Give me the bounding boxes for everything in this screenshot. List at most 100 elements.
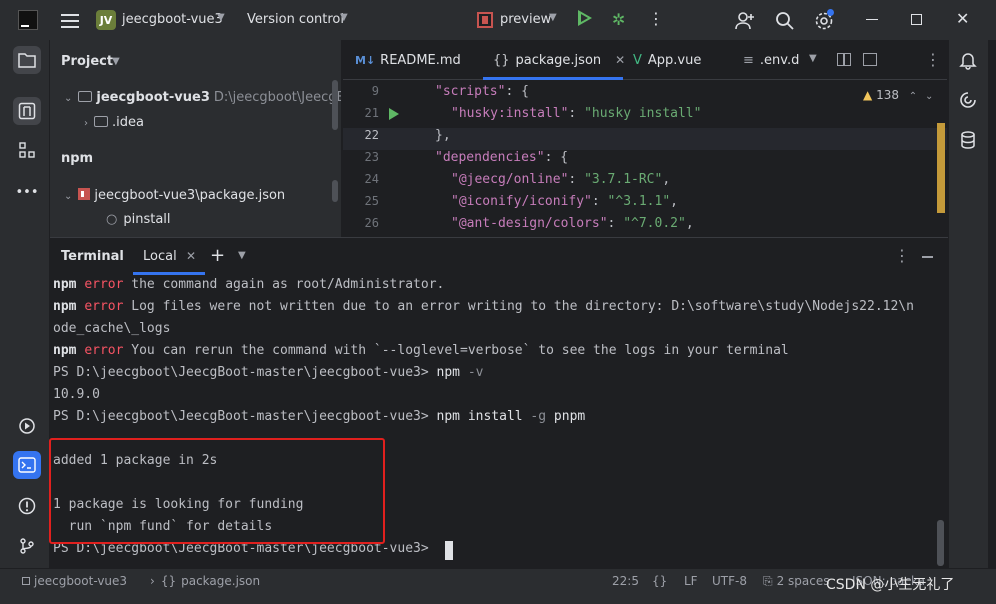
tree-item-idea[interactable]: › .idea <box>84 115 144 130</box>
minimize-icon[interactable] <box>866 19 878 20</box>
git-tool-icon[interactable] <box>13 532 41 560</box>
status-file-format[interactable]: {} <box>652 574 667 588</box>
add-user-icon[interactable] <box>733 9 757 33</box>
left-tool-strip: ••• <box>0 40 50 568</box>
code-line: "@ant-design/colors": "^7.0.2", <box>451 216 694 231</box>
tab-app-vue[interactable]: V App.vue <box>633 40 701 80</box>
services-tool-icon[interactable] <box>13 412 41 440</box>
project-tool-icon[interactable] <box>13 46 41 74</box>
problems-tool-icon[interactable] <box>13 492 41 520</box>
chevron-down-icon[interactable]: ▼ <box>809 53 817 64</box>
run-script-icon[interactable] <box>389 108 399 120</box>
more-actions-icon[interactable]: ⋮ <box>925 50 941 69</box>
chevron-down-icon[interactable]: ⌄ <box>925 91 933 102</box>
json-icon: {} <box>493 52 510 68</box>
more-actions-icon[interactable]: ⋮ <box>894 246 910 265</box>
close-icon[interactable]: ✕ <box>956 9 969 28</box>
terminal-line: npm error You can rerun the command with… <box>53 343 789 358</box>
editor-scrollbar[interactable] <box>937 123 945 213</box>
status-cursor-position[interactable]: 22:5 <box>612 574 639 588</box>
run-config-selector[interactable]: preview <box>500 12 551 27</box>
right-tool-strip <box>948 40 988 568</box>
terminal-panel: Terminal Local ✕ + ▼ ⋮ npm error the com… <box>49 237 948 569</box>
line-number: 25 <box>364 194 379 208</box>
tab-readme[interactable]: M↓ README.md <box>355 40 461 80</box>
preview-icon[interactable] <box>863 53 877 66</box>
notification-dot <box>827 9 834 16</box>
status-line-separator[interactable]: LF <box>684 574 698 588</box>
status-file[interactable]: ›{} package.json <box>150 574 260 588</box>
markdown-icon: M↓ <box>355 53 376 67</box>
ai-assistant-icon[interactable] <box>958 90 978 114</box>
warnings-badge[interactable]: ▲ 138 ⌃ ⌄ <box>863 88 933 102</box>
split-view-icon[interactable] <box>837 53 851 66</box>
database-icon[interactable] <box>958 130 978 154</box>
editor: M↓ README.md {} package.json ✕ V App.vue… <box>343 40 947 237</box>
npm-script-item[interactable]: ○ pinstall <box>106 212 171 227</box>
more-actions-icon[interactable]: ⋮ <box>648 9 664 28</box>
code-area[interactable]: "scripts": { "husky:install": "husky ins… <box>417 80 937 237</box>
app-logo-icon[interactable] <box>18 10 38 30</box>
status-module[interactable]: jeecgboot-vue3 <box>22 574 127 588</box>
vcs-selector[interactable]: Version control <box>247 12 344 27</box>
chevron-down-icon[interactable]: ⌄ <box>64 93 72 104</box>
chevron-down-icon[interactable]: ▼ <box>217 12 225 23</box>
tab-label: .env.d <box>759 52 800 68</box>
chevron-down-icon[interactable]: ▼ <box>549 12 557 23</box>
project-badge[interactable]: JV <box>96 10 116 30</box>
status-encoding[interactable]: UTF-8 <box>712 574 747 588</box>
tree-root-item[interactable]: ⌄ jeecgboot-vue3D:\jeecgboot\JeecgBoo <box>64 90 341 105</box>
npm-package-item[interactable]: ⌄ jeecgboot-vue3\package.json <box>64 188 285 203</box>
status-indent[interactable]: ⎘ 2 spaces <box>763 574 830 589</box>
terminal-line: npm error the command again as root/Admi… <box>53 277 445 292</box>
folder-icon <box>94 116 108 127</box>
add-terminal-icon[interactable]: + <box>210 245 225 266</box>
code-line: "husky:install": "husky install" <box>451 106 702 121</box>
tab-label: package.json <box>515 52 602 68</box>
tab-package-json[interactable]: {} package.json ✕ <box>483 40 625 80</box>
code-line: "scripts": { <box>435 84 529 99</box>
terminal-tool-icon[interactable] <box>13 451 41 479</box>
main-menu-icon[interactable] <box>58 9 82 33</box>
run-icon-inner <box>581 14 588 22</box>
line-number: 9 <box>371 84 379 98</box>
more-tools-icon[interactable]: ••• <box>13 178 41 206</box>
close-icon[interactable]: ✕ <box>186 249 196 263</box>
debug-icon[interactable]: ✲ <box>612 10 625 29</box>
chevron-down-icon[interactable]: ▼ <box>112 56 120 67</box>
structure-tool-icon[interactable] <box>13 136 41 164</box>
chevron-right-icon[interactable]: › <box>84 118 88 129</box>
close-icon[interactable]: ✕ <box>615 53 625 67</box>
terminal-cursor <box>445 541 453 560</box>
terminal-line: PS D:\jeecgboot\JeecgBoot-master\jeecgbo… <box>53 365 484 380</box>
code-line: "@jeecg/online": "3.7.1-RC", <box>451 172 671 187</box>
minimize-icon[interactable] <box>922 256 933 258</box>
chevron-down-icon[interactable]: ▼ <box>238 250 246 261</box>
scrollbar[interactable] <box>332 80 338 130</box>
project-panel-title[interactable]: Project <box>61 54 113 69</box>
line-gutter: 9 21 22 23 24 25 26 <box>343 80 413 237</box>
chevron-down-icon[interactable]: ⌄ <box>64 191 72 202</box>
chevron-up-icon[interactable]: ⌃ <box>909 91 917 102</box>
npm-panel-title: npm <box>61 151 94 166</box>
maximize-icon[interactable] <box>911 14 922 25</box>
terminal-title: Terminal <box>61 249 124 264</box>
chevron-down-icon[interactable]: ▼ <box>340 12 348 23</box>
tab-local[interactable]: Local <box>143 249 177 264</box>
npm-config-icon <box>477 12 493 28</box>
tab-label: README.md <box>380 52 461 68</box>
search-icon[interactable] <box>773 9 797 33</box>
terminal-line: npm error Log files were not written due… <box>53 299 914 314</box>
terminal-header: Terminal Local ✕ + ▼ ⋮ <box>50 238 948 275</box>
commit-tool-icon[interactable] <box>13 97 41 125</box>
active-tab-indicator <box>133 272 205 275</box>
scrollbar[interactable] <box>332 180 338 202</box>
tab-env[interactable]: ≡ .env.d <box>743 40 799 80</box>
terminal-output[interactable]: npm error the command again as root/Admi… <box>49 277 933 569</box>
line-number: 24 <box>364 172 379 186</box>
code-line: }, <box>435 128 451 143</box>
bell-icon[interactable] <box>958 50 978 74</box>
watermark-text: CSDN @小生无礼了 <box>826 577 955 593</box>
terminal-scrollbar[interactable] <box>937 520 944 566</box>
project-selector[interactable]: jeecgboot-vue3 <box>122 12 223 27</box>
